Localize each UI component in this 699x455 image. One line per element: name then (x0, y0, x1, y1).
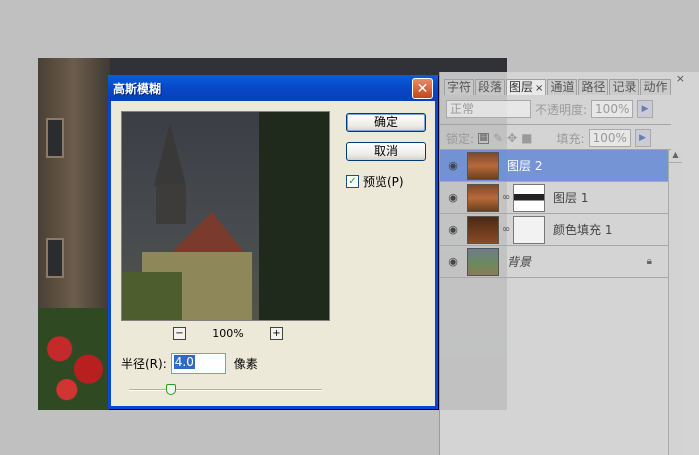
tab-history[interactable]: 记录 (609, 79, 640, 95)
link-icon[interactable]: ∞ (501, 224, 511, 235)
opacity-label: 不透明度: (535, 102, 588, 117)
layer-name: 背景 (507, 255, 532, 269)
triangle-right-icon: ▶ (639, 133, 647, 143)
layer-row[interactable]: ◉ 图层 2 (440, 150, 668, 182)
layer-name: 颜色填充 1 (553, 223, 613, 237)
radius-value: 4.0 (173, 355, 195, 369)
radius-row: 半径(R): 4.0 像素 (121, 353, 258, 374)
lock-brush-icon[interactable]: ✎ (493, 131, 503, 145)
blend-row: 正常 不透明度: 100% ▶ (446, 99, 654, 119)
opacity-input[interactable]: 100% (591, 100, 634, 118)
eye-icon[interactable]: ◉ (444, 191, 462, 204)
panel-tabs: 字符 段落 图层 × 通道 路径 记录 动作 (444, 79, 672, 95)
layer-mask-thumbnail (513, 183, 545, 212)
gaussian-blur-dialog: 高斯模糊 ✕ − 100% + 确定 取消 ✓ 预览(P) 半径(R): 4.0 (108, 75, 438, 409)
layer-thumbnail (467, 215, 499, 244)
zoom-level: 100% (212, 326, 244, 340)
close-icon: ✕ (416, 80, 429, 97)
lock-icon: 🔒︎ (646, 256, 652, 267)
link-icon[interactable]: ∞ (501, 192, 511, 203)
minus-icon: − (175, 327, 184, 339)
eye-icon[interactable]: ◉ (444, 223, 462, 236)
blend-mode-select[interactable]: 正常 (446, 100, 531, 118)
radius-unit: 像素 (233, 357, 258, 371)
tab-close-icon[interactable]: × (535, 83, 543, 94)
layer-thumbnail (467, 247, 499, 276)
tab-label: 通道 (550, 80, 575, 94)
tab-label: 动作 (643, 80, 668, 94)
fill-label: 填充: (556, 131, 585, 146)
layer-mask-thumbnail (513, 215, 545, 244)
window-shape (46, 238, 64, 278)
tab-layers[interactable]: 图层 × (506, 79, 547, 95)
window-shape (46, 118, 64, 158)
radius-slider-thumb[interactable] (166, 384, 177, 395)
tab-paragraph[interactable]: 段落 (475, 79, 506, 95)
zoom-controls: − 100% + (173, 326, 283, 340)
blur-preview[interactable] (121, 111, 330, 321)
preview-label: 预览(P) (363, 175, 404, 189)
opacity-value: 100% (595, 102, 630, 116)
layer-name: 图层 2 (507, 159, 543, 173)
tab-paths[interactable]: 路径 (578, 79, 609, 95)
eye-icon[interactable]: ◉ (444, 159, 462, 172)
blend-mode-value: 正常 (450, 102, 475, 116)
tab-actions[interactable]: 动作 (640, 79, 671, 95)
fill-arrow-button[interactable]: ▶ (634, 129, 651, 147)
cancel-button[interactable]: 取消 (346, 142, 426, 161)
tab-label: 记录 (612, 80, 637, 94)
layer-name: 图层 1 (553, 191, 589, 205)
layer-thumbnail (467, 151, 499, 180)
close-button[interactable]: ✕ (412, 78, 433, 99)
lock-label: 锁定: (446, 131, 475, 146)
eye-icon[interactable]: ◉ (444, 255, 462, 268)
layers-list: ◉ 图层 2 ◉ ∞ 图层 1 ◉ ∞ 颜色填充 1 ◉ 背景 🔒︎ (440, 150, 668, 278)
lock-all-icon[interactable]: ■ (521, 131, 532, 145)
radius-slider-track[interactable] (129, 389, 322, 391)
divider (440, 124, 671, 125)
scroll-up-icon[interactable]: ▲ (669, 150, 682, 163)
zoom-in-button[interactable]: + (269, 326, 283, 340)
triangle-right-icon: ▶ (641, 104, 649, 114)
tree-shape (259, 112, 329, 320)
layers-panel: × 字符 段落 图层 × 通道 路径 记录 动作 正常 不透明度: 100% ▶ … (439, 72, 699, 455)
checkmark-icon: ✓ (348, 176, 357, 187)
layers-scrollbar[interactable]: ▲ (668, 150, 682, 455)
panel-close-icon[interactable]: × (676, 72, 685, 85)
layer-row[interactable]: ◉ ∞ 图层 1 (440, 182, 668, 214)
lock-move-icon[interactable]: ✥ (507, 131, 517, 145)
preview-checkbox[interactable]: ✓ (346, 175, 359, 188)
flowers-image-area (38, 308, 110, 410)
spire-shape (154, 122, 186, 186)
fill-input[interactable]: 100% (588, 129, 631, 147)
opacity-arrow-button[interactable]: ▶ (637, 100, 654, 118)
preview-checkbox-row[interactable]: ✓ 预览(P) (346, 173, 404, 190)
fill-value: 100% (592, 131, 627, 145)
layer-row[interactable]: ◉ 背景 🔒︎ (440, 246, 668, 278)
layer-row[interactable]: ◉ ∞ 颜色填充 1 (440, 214, 668, 246)
lock-transparency-icon[interactable]: ▦ (478, 132, 490, 144)
dialog-title: 高斯模糊 (113, 81, 162, 96)
tab-label: 路径 (581, 80, 606, 94)
radius-label: 半径(R): (121, 357, 167, 371)
tab-character[interactable]: 字符 (444, 79, 475, 95)
zoom-out-button[interactable]: − (173, 326, 186, 340)
grass-shape (122, 272, 182, 320)
layer-thumbnail (467, 183, 499, 212)
ok-button[interactable]: 确定 (346, 113, 426, 132)
tab-label: 段落 (478, 80, 503, 94)
tab-label: 字符 (447, 80, 472, 94)
lock-row: 锁定: ▦ ✎ ✥ ■ 填充: 100% ▶ (446, 128, 651, 148)
tab-channels[interactable]: 通道 (547, 79, 578, 95)
radius-input[interactable]: 4.0 (170, 353, 226, 374)
plus-icon: + (272, 327, 281, 339)
dialog-titlebar[interactable]: 高斯模糊 ✕ (108, 75, 438, 101)
tab-label: 图层 (509, 80, 534, 94)
